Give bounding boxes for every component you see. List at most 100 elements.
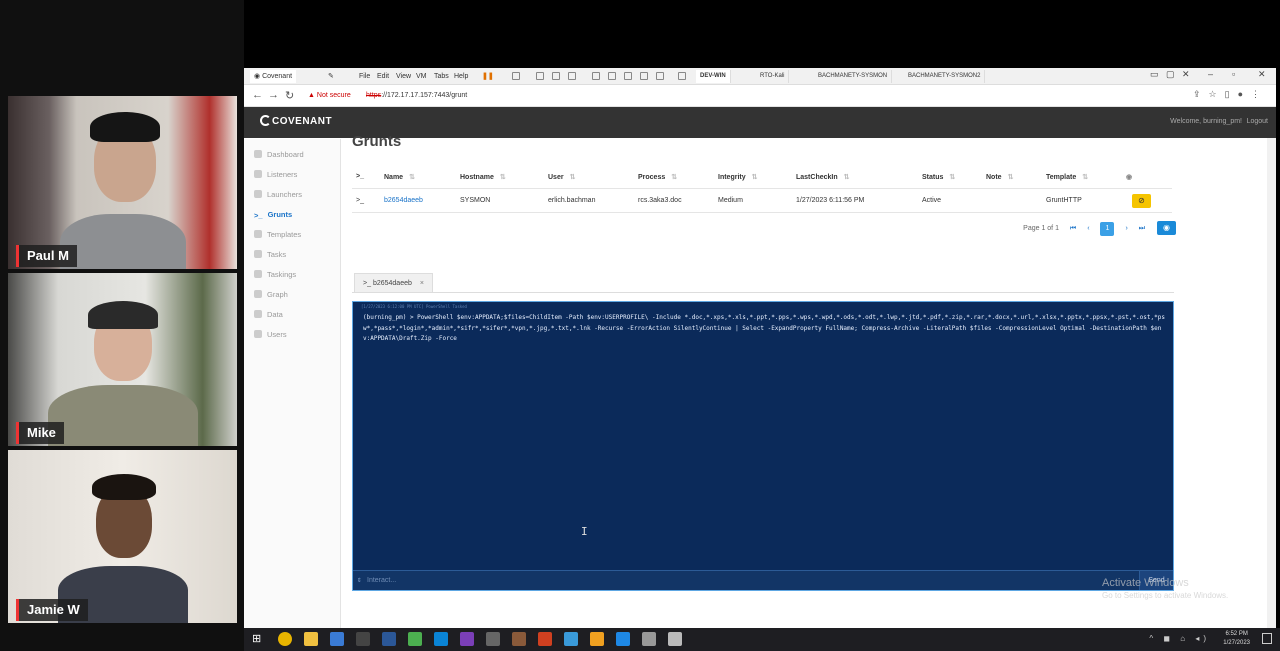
interact-tab[interactable]: >_ b2654daeeb × xyxy=(354,273,433,293)
pin-icon[interactable]: ✎ xyxy=(328,70,334,83)
last-page-icon[interactable]: ⏭ xyxy=(1139,225,1145,233)
column-header-process[interactable]: Process ⇅ xyxy=(638,173,677,181)
file-explorer-icon[interactable] xyxy=(304,632,318,646)
column-header-name[interactable]: Name ⇅ xyxy=(384,173,415,181)
interact-input[interactable] xyxy=(367,574,1067,587)
next-page-icon[interactable]: › xyxy=(1125,225,1127,232)
windows-start-icon[interactable]: ⊞ xyxy=(252,632,266,646)
app-icon[interactable] xyxy=(330,632,344,646)
security-warning[interactable]: ▲ Not secure xyxy=(308,90,351,102)
sidebar-item-launchers[interactable]: Launchers xyxy=(244,185,340,205)
show-hidden-button[interactable]: ◉ xyxy=(1157,221,1176,235)
reload-icon[interactable]: ↻ xyxy=(285,89,294,102)
notepad-icon[interactable] xyxy=(408,632,422,646)
restore-icon[interactable]: ▭ xyxy=(1150,69,1159,80)
sidebar-item-taskings[interactable]: Taskings xyxy=(244,265,340,285)
eye-icon[interactable]: ◉ xyxy=(1126,173,1132,181)
page-button-current[interactable]: 1 xyxy=(1100,222,1115,236)
forward-icon[interactable]: → xyxy=(268,89,279,101)
sidebar-item-graph[interactable]: Graph xyxy=(244,285,340,305)
menu-help[interactable]: Help xyxy=(454,70,468,83)
menu-view[interactable]: View xyxy=(396,70,411,83)
network-tool-icon[interactable] xyxy=(564,632,578,646)
search-tool-icon[interactable] xyxy=(590,632,604,646)
manage-icon[interactable] xyxy=(568,72,576,80)
menu-edit[interactable]: Edit xyxy=(377,70,389,83)
vm-tab-sysmon2[interactable]: BACHMANETY-SYSMON2 xyxy=(904,70,986,83)
menu-file[interactable]: File xyxy=(359,70,370,83)
close-icon[interactable]: ✕ xyxy=(1258,69,1266,80)
maximize-icon[interactable]: ▢ xyxy=(1166,69,1175,80)
participant-name: Mike xyxy=(16,422,64,444)
column-header-hostname[interactable]: Hostname ⇅ xyxy=(460,173,506,181)
sidebar-item-data[interactable]: Data xyxy=(244,305,340,325)
grunt-terminal[interactable]: [1/27/2023 6:12:00 PM UTC] PowerShell Ta… xyxy=(352,301,1174,591)
close-icon[interactable]: ✕ xyxy=(1182,69,1190,80)
sidebar-item-tasks[interactable]: Tasks xyxy=(244,245,340,265)
participant-name: Jamie W xyxy=(16,599,88,621)
chrome-icon[interactable] xyxy=(278,632,292,646)
vm-tab-dev-win[interactable]: DEV-WIN xyxy=(696,70,731,83)
layout-icon[interactable] xyxy=(592,72,600,80)
close-tab-icon[interactable]: × xyxy=(420,280,424,287)
share-icon[interactable]: ⇪ xyxy=(1193,89,1209,99)
checklist-icon[interactable] xyxy=(616,632,630,646)
sidebar-item-grunts[interactable]: >_ Grunts xyxy=(244,205,340,225)
vm-tool-icon[interactable] xyxy=(512,72,520,80)
browser-tab[interactable]: ◉ Covenant xyxy=(250,70,297,83)
covenant-logo-icon xyxy=(260,115,271,126)
back-icon[interactable]: ← xyxy=(252,89,263,101)
page-scrollbar[interactable] xyxy=(1267,138,1276,628)
interact-icon[interactable]: >_ xyxy=(356,197,364,204)
system-tray[interactable]: ^ ◼ ⌂ ◂) xyxy=(1149,634,1210,643)
menu-tabs[interactable]: Tabs xyxy=(434,70,449,83)
terminal-app-icon[interactable] xyxy=(356,632,370,646)
sidebar-item-listeners[interactable]: Listeners xyxy=(244,165,340,185)
clock[interactable]: 6:52 PM 1/27/2023 xyxy=(1223,630,1250,648)
column-header-lastcheckin[interactable]: LastCheckIn ⇅ xyxy=(796,173,850,181)
sidebar-item-users[interactable]: Users xyxy=(244,325,340,345)
burp-icon[interactable] xyxy=(538,632,552,646)
column-header-template[interactable]: Template ⇅ xyxy=(1046,173,1088,181)
more-icon[interactable]: ⋮ xyxy=(1251,89,1268,99)
minimize-icon[interactable]: – xyxy=(1208,69,1213,79)
sidebar-item-templates[interactable]: Templates xyxy=(244,225,340,245)
unity-icon[interactable] xyxy=(624,72,632,80)
tool-icon[interactable] xyxy=(486,632,500,646)
prev-page-icon[interactable]: ‹ xyxy=(1087,225,1089,232)
first-page-icon[interactable]: ⏮ xyxy=(1070,225,1076,233)
fullscreen-icon[interactable] xyxy=(608,72,616,80)
hide-grunt-button[interactable]: ⊘ xyxy=(1132,194,1151,208)
covenant-logo[interactable]: COVENANT xyxy=(260,115,332,127)
pause-icon[interactable]: ❚❚ xyxy=(482,70,494,83)
app3-icon[interactable] xyxy=(668,632,682,646)
terminal-icon[interactable] xyxy=(678,72,686,80)
menu-vm[interactable]: VM xyxy=(416,70,427,83)
revert-icon[interactable] xyxy=(552,72,560,80)
column-header-note[interactable]: Note ⇅ xyxy=(986,173,1013,181)
visual-studio-icon[interactable] xyxy=(460,632,474,646)
vm-tab-rto-kali[interactable]: RTO-Kali xyxy=(756,70,790,83)
star-icon[interactable]: ☆ xyxy=(1209,89,1225,99)
url-field[interactable]: https://172.17.17.157:7443/grunt xyxy=(366,90,467,102)
snapshot-icon[interactable] xyxy=(536,72,544,80)
app2-icon[interactable] xyxy=(642,632,656,646)
sidebar-item-dashboard[interactable]: Dashboard xyxy=(244,145,340,165)
warning-icon: ▲ xyxy=(308,92,315,99)
vscode-icon[interactable] xyxy=(434,632,448,646)
tool2-icon[interactable] xyxy=(512,632,526,646)
notification-icon[interactable] xyxy=(1262,633,1272,644)
console-icon[interactable] xyxy=(640,72,648,80)
table-row[interactable]: >_ b2654daeeb SYSMON erlich.bachman rcs.… xyxy=(352,189,1172,213)
column-header-status[interactable]: Status ⇅ xyxy=(922,173,955,181)
column-header-integrity[interactable]: Integrity ⇅ xyxy=(718,173,758,181)
maximize-icon[interactable]: ▫ xyxy=(1232,69,1235,79)
powershell-icon[interactable] xyxy=(382,632,396,646)
sidebar-icon[interactable]: ▯ xyxy=(1225,89,1238,99)
profile-icon[interactable]: ● xyxy=(1238,89,1251,99)
grunt-name-link[interactable]: b2654daeeb xyxy=(384,197,423,204)
stretch-icon[interactable] xyxy=(656,72,664,80)
logout-link[interactable]: Logout xyxy=(1247,118,1268,125)
column-header-user[interactable]: User ⇅ xyxy=(548,173,575,181)
vm-tab-sysmon[interactable]: BACHMANETY-SYSMON xyxy=(814,70,893,83)
